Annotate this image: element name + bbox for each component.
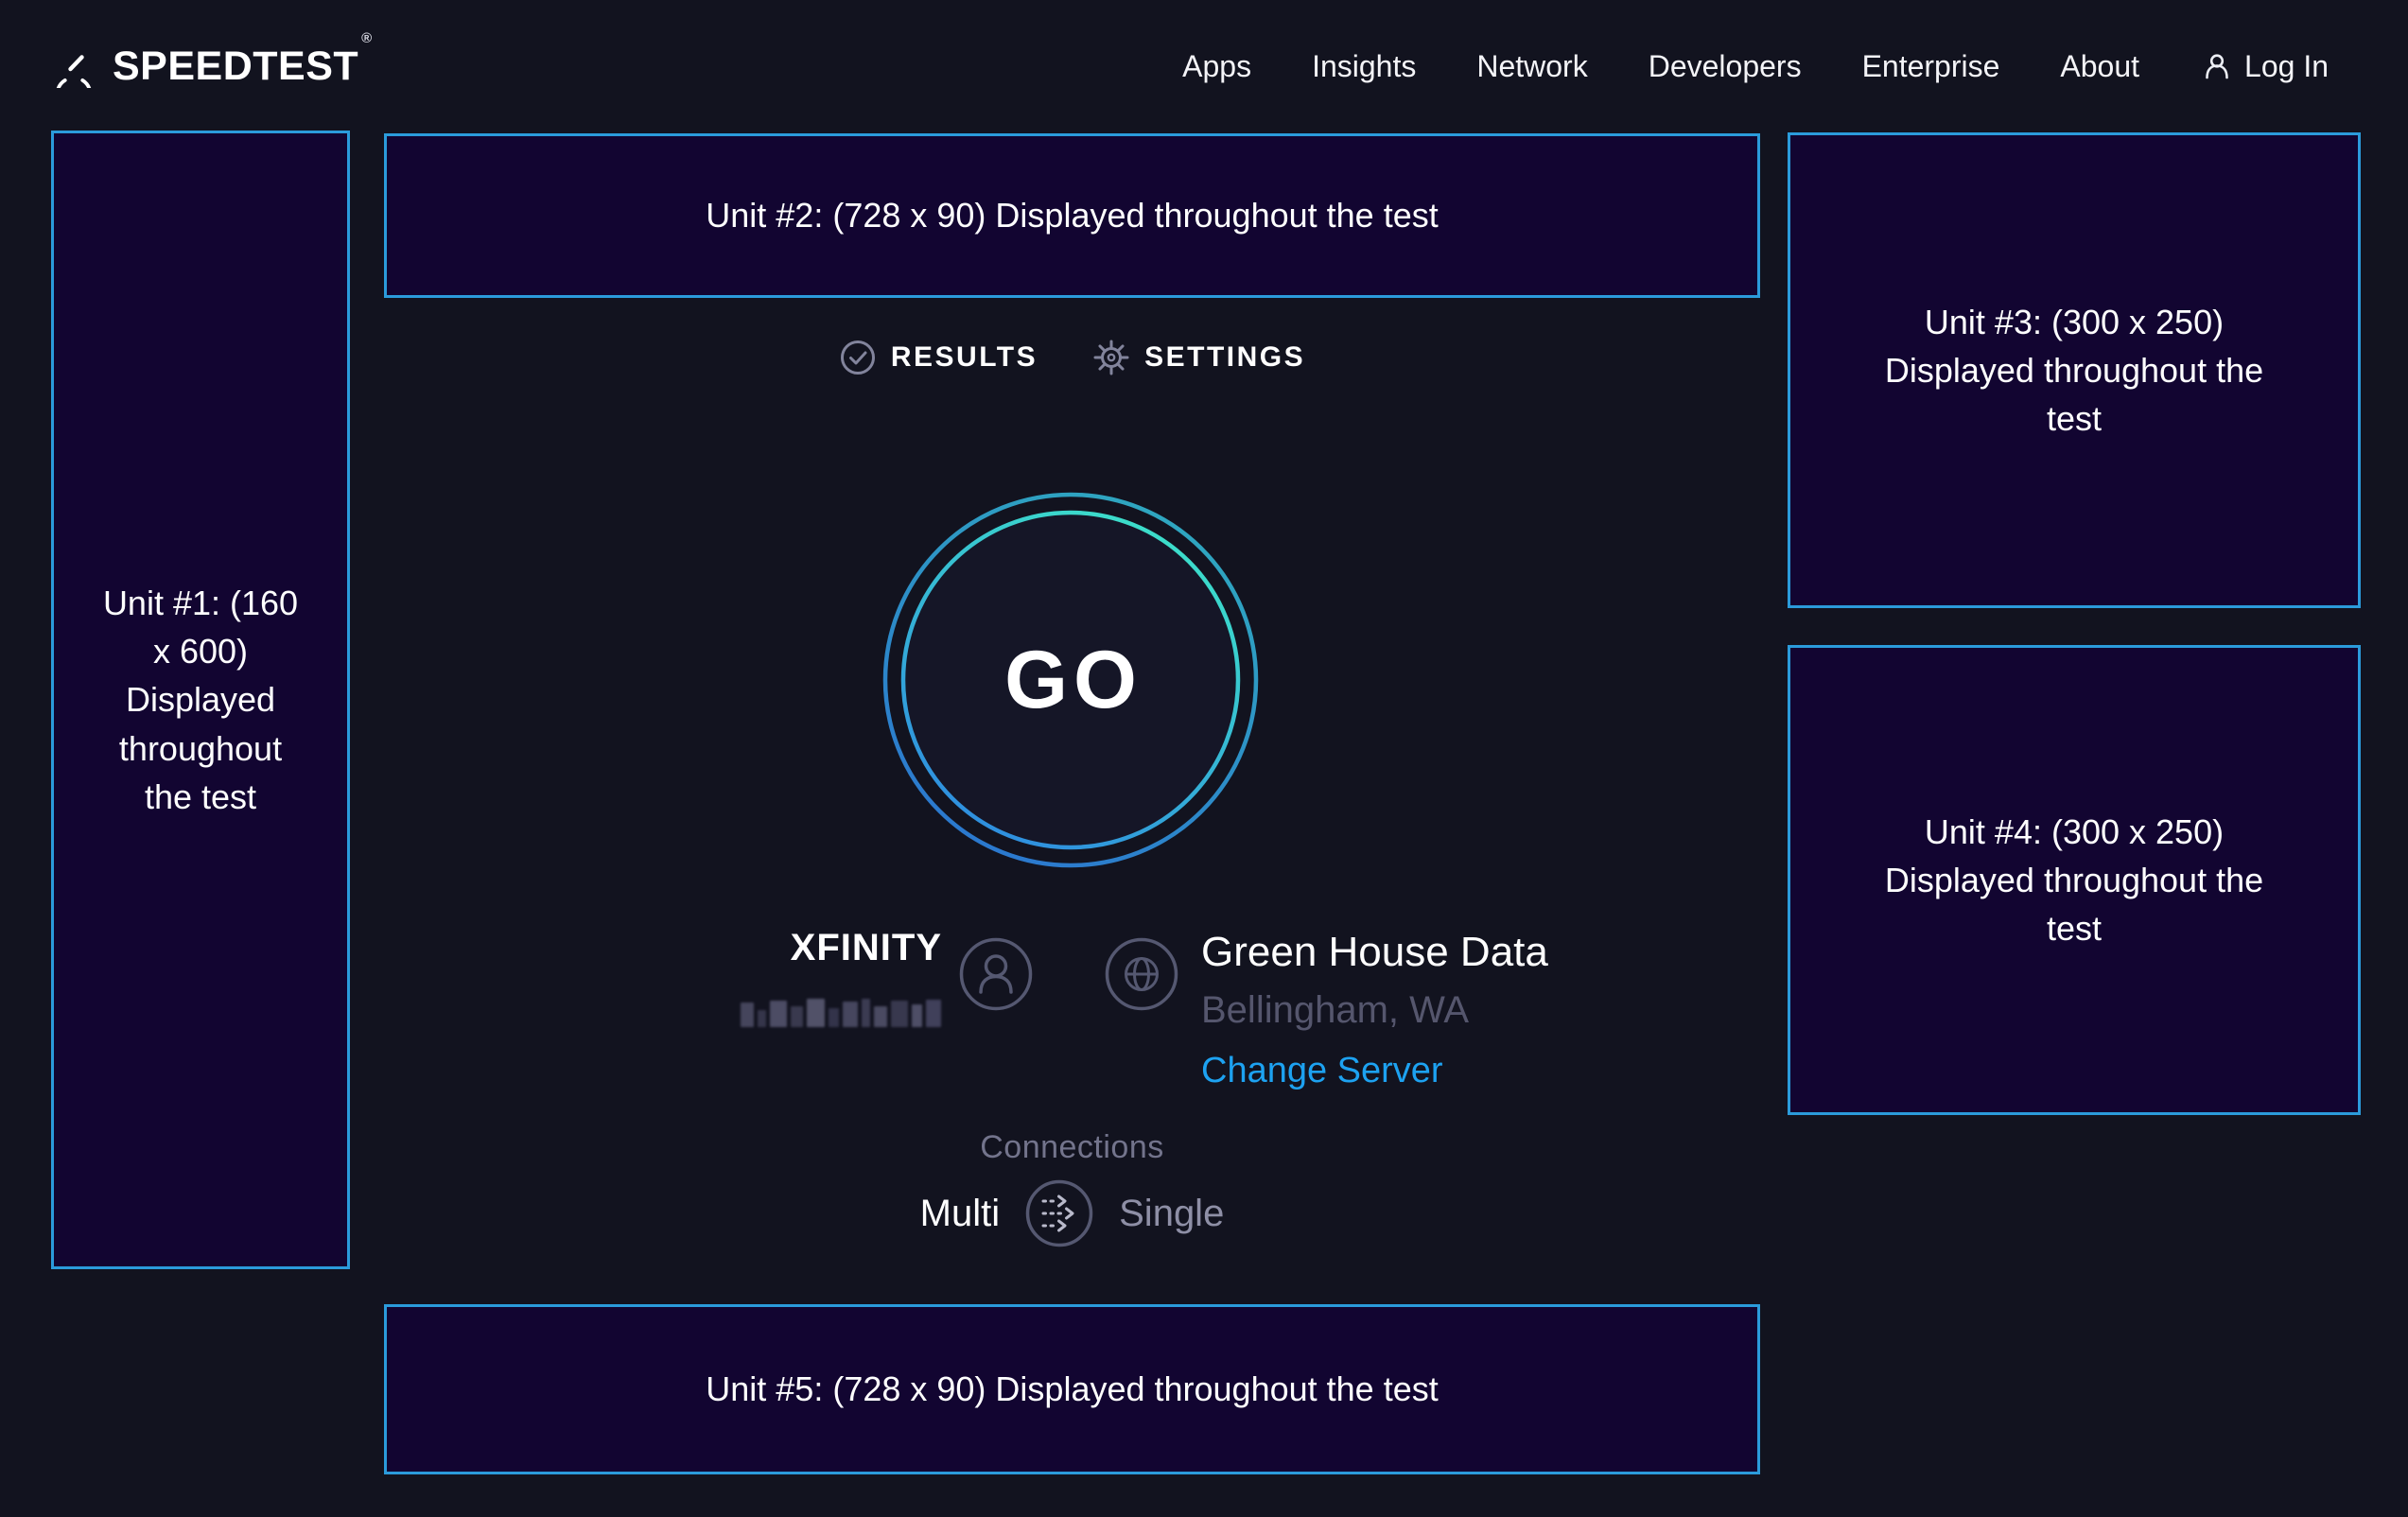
gear-icon [1092, 339, 1130, 376]
change-server-link[interactable]: Change Server [1201, 1051, 1443, 1091]
isp-name: XFINITY [586, 927, 942, 969]
login-button[interactable]: Log In [2200, 49, 2329, 84]
logo-wordmark: SPEEDTEST® [113, 44, 370, 90]
server-location: Bellingham, WA [1201, 989, 1548, 1032]
person-circle-icon [958, 936, 1034, 1012]
ad-unit-5-leaderboard[interactable]: Unit #5: (728 x 90) Displayed throughout… [384, 1304, 1760, 1474]
results-settings-tabs: RESULTS SETTINGS [384, 339, 1760, 376]
go-button[interactable]: GO [872, 481, 1269, 879]
nav-item-enterprise[interactable]: Enterprise [1862, 49, 2000, 84]
ad-unit-2-leaderboard[interactable]: Unit #2: (728 x 90) Displayed throughout… [384, 133, 1760, 298]
connections-option-multi[interactable]: Multi [920, 1193, 1000, 1235]
ad-unit-4-text: Unit #4: (300 x 250) Displayed throughou… [1876, 808, 2273, 952]
speedtest-page: SPEEDTEST® Apps Insights Network Develop… [0, 0, 2408, 1517]
logo-trademark: ® [361, 30, 373, 46]
server-name: Green House Data [1201, 929, 1548, 976]
ad-unit-1-skyscraper[interactable]: Unit #1: (160 x 600) Displayed throughou… [51, 131, 350, 1269]
person-icon [2200, 49, 2234, 83]
go-button-label: GO [872, 481, 1269, 879]
tab-results-label: RESULTS [891, 341, 1038, 374]
ad-unit-1-text: Unit #1: (160 x 600) Displayed throughou… [95, 579, 307, 821]
ad-unit-3-rectangle[interactable]: Unit #3: (300 x 250) Displayed throughou… [1788, 132, 2361, 608]
nav-item-network[interactable]: Network [1476, 49, 1587, 84]
connections-toggle-button[interactable] [1024, 1178, 1094, 1248]
tab-results[interactable]: RESULTS [839, 339, 1038, 376]
nav-item-apps[interactable]: Apps [1182, 49, 1251, 84]
login-label: Log In [2244, 49, 2329, 84]
nav-item-insights[interactable]: Insights [1312, 49, 1416, 84]
multi-connection-arrows-icon [1024, 1178, 1094, 1248]
ad-unit-4-rectangle[interactable]: Unit #4: (300 x 250) Displayed throughou… [1788, 645, 2361, 1115]
nav-item-developers[interactable]: Developers [1649, 49, 1802, 84]
tab-settings[interactable]: SETTINGS [1092, 339, 1305, 376]
redacted-ip-address [741, 993, 941, 1027]
ad-unit-2-text: Unit #2: (728 x 90) Displayed throughout… [706, 191, 1438, 239]
nav-item-about[interactable]: About [2060, 49, 2139, 84]
server-info: Green House Data Bellingham, WA Change S… [1201, 929, 1548, 1091]
main-menu: Apps Insights Network Developers Enterpr… [1182, 0, 2329, 132]
speedtest-logo[interactable]: SPEEDTEST® [52, 0, 370, 132]
check-circle-icon [839, 339, 877, 376]
globe-icon [1104, 936, 1179, 1012]
top-nav-bar: SPEEDTEST® Apps Insights Network Develop… [0, 0, 2408, 132]
tab-settings-label: SETTINGS [1144, 341, 1305, 374]
connections-label: Connections [384, 1129, 1760, 1166]
connections-option-single[interactable]: Single [1119, 1193, 1224, 1235]
speedometer-gauge-icon [52, 44, 96, 88]
connections-toggle-row: Multi Single [384, 1178, 1760, 1248]
ad-unit-3-text: Unit #3: (300 x 250) Displayed throughou… [1876, 298, 2273, 443]
ad-unit-5-text: Unit #5: (728 x 90) Displayed throughout… [706, 1365, 1438, 1413]
